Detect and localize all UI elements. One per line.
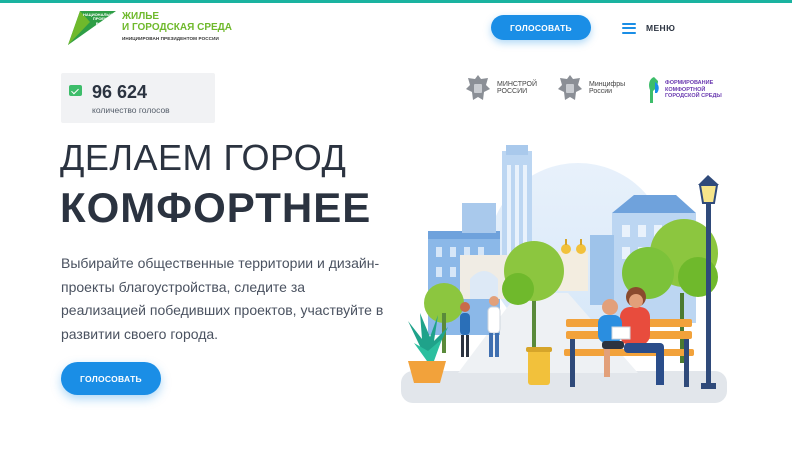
partner-fks[interactable]: ФОРМИРОВАНИЕ КОМФОРТНОЙ ГОРОДСКОЙ СРЕДЫ [647,76,722,104]
emblem-icon [558,75,582,100]
fks-logo-icon [649,77,659,103]
hero-title-line1: ДЕЛАЕМ ГОРОД [60,137,347,178]
top-accent-line [0,0,792,3]
hamburger-icon [622,22,636,34]
votes-counter: 96 624 количество голосов [61,73,215,123]
header-vote-button[interactable]: ГОЛОСОВАТЬ [491,15,591,40]
menu-button[interactable]: МЕНЮ [622,20,675,36]
logo-subtitle: ИНИЦИИРОВАН ПРЕЗИДЕНТОМ РОССИИ [122,36,219,41]
votes-count: 96 624 [92,82,148,102]
logo-title: ЖИЛЬЕ И ГОРОДСКАЯ СРЕДА [122,11,233,33]
partner-mintsifry[interactable]: Минцифры России [556,73,625,103]
partner-name: Минцифры России [589,80,626,96]
checkmark-icon [69,85,82,96]
hero-description: Выбирайте общественные территории и диза… [61,255,384,342]
menu-label: МЕНЮ [646,23,676,33]
city-park-illustration [401,145,727,403]
hero-vote-button[interactable]: ГОЛОСОВАТЬ [61,362,161,395]
partner-name: МИНСТРОЙ РОССИИ [497,80,538,96]
partner-minstroy[interactable]: МИНСТРОЙ РОССИИ [464,73,537,103]
logo-small-text: НАЦИОНАЛЬНЫЕ ПРОЕКТЫ РОССИИ [83,12,119,26]
votes-label: количество голосов [92,105,170,115]
national-project-logo[interactable]: НАЦИОНАЛЬНЫЕ ПРОЕКТЫ РОССИИ ЖИЛЬЕ И ГОРО… [66,10,236,46]
partner-name: ФОРМИРОВАНИЕ КОМФОРТНОЙ ГОРОДСКОЙ СРЕДЫ [665,80,722,100]
emblem-icon [466,75,490,100]
hero-title-line2: КОМФОРТНЕЕ [60,184,372,231]
